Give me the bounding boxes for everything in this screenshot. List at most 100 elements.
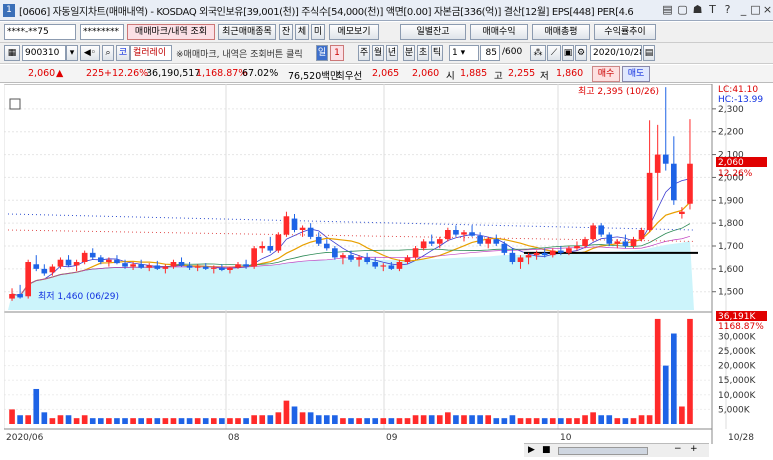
settings-icon[interactable]: ⚙	[575, 45, 587, 61]
recent-trades-button[interactable]: 최근매매종목	[218, 24, 276, 40]
volume-bar	[687, 318, 693, 424]
volume-bar	[461, 415, 467, 424]
calendar-icon[interactable]: ▤	[643, 45, 655, 61]
volume-bar	[404, 418, 411, 424]
scroll-thumb[interactable]	[558, 447, 648, 455]
candle-body	[243, 264, 249, 267]
unexecuted-button[interactable]: 미	[311, 24, 325, 40]
balance-button[interactable]: 잔	[279, 24, 293, 40]
period-week-button[interactable]: 주	[358, 45, 370, 61]
volume-tick-label: 15,000K	[718, 376, 756, 386]
speaker-icon[interactable]: ◀◦	[80, 45, 100, 61]
chart-area[interactable]: 2,300 2,200 2,100 2,000 1,900 1,800 1,700 1,600…	[3, 83, 773, 457]
candle-body	[202, 266, 209, 269]
line-tool-icon[interactable]: ⟋	[547, 45, 561, 61]
candle-body	[332, 248, 338, 258]
password-field[interactable]: ********	[80, 24, 124, 40]
date-input[interactable]: 2020/10/28	[590, 45, 642, 61]
toolbar-stock: ▦ 900310 ▾ ◀◦ ⌕ 코 컬러레이 ※매매마크, 내역은 조회버튼 클…	[0, 43, 773, 64]
grid-icon[interactable]: ▦	[4, 45, 20, 61]
price-chart[interactable]: 2,3002,2002,1002,0001,9001,8001,7001,600…	[3, 83, 773, 457]
stock-dropdown-icon[interactable]: ▾	[66, 45, 78, 61]
trade-review-button[interactable]: 매매총평	[532, 24, 590, 40]
sell-button[interactable]: 매도	[622, 66, 650, 82]
volume-bar	[97, 418, 104, 424]
volume-bar	[340, 418, 346, 424]
volume-bar	[65, 415, 72, 424]
volume-bar	[291, 406, 298, 424]
account-select[interactable]: ****-**75	[4, 24, 76, 40]
close-icon[interactable]: ×	[760, 2, 773, 17]
period-minute-button[interactable]: 분	[403, 45, 415, 61]
chart-menu-icon[interactable]	[9, 98, 21, 110]
volume-bar	[388, 418, 395, 424]
volume-bar	[9, 409, 15, 424]
save-icon[interactable]: ▣	[562, 45, 574, 61]
candle-body	[485, 239, 492, 244]
volume-bar	[41, 412, 48, 424]
volume-bar	[81, 415, 88, 424]
font-icon[interactable]: T	[705, 2, 720, 17]
volume-bar	[420, 415, 427, 424]
volume-tick-label: 10,000K	[718, 391, 756, 401]
data-count-input[interactable]: 85	[480, 45, 500, 61]
price-tick-label: 1,800	[718, 219, 744, 229]
executed-button[interactable]: 체	[295, 24, 309, 40]
period-month-button[interactable]: 월	[372, 45, 384, 61]
tick-count-select[interactable]: 1 ▾	[449, 45, 479, 61]
data-count-total: /600	[502, 47, 523, 57]
candle-body	[154, 265, 161, 269]
candle-body	[89, 252, 96, 258]
return-trend-button[interactable]: 수익률추이	[594, 24, 656, 40]
buy-button[interactable]: 매수	[592, 66, 620, 82]
volume-bar	[154, 418, 161, 424]
candle-body	[541, 252, 548, 256]
layout-icon[interactable]: ▤	[660, 2, 675, 17]
price-tick-label: 1,500	[718, 288, 744, 298]
candle-body	[493, 239, 500, 244]
trade-profit-button[interactable]: 매매수익	[470, 24, 528, 40]
zoom-out-button[interactable]: −	[674, 444, 682, 454]
period-year-button[interactable]: 년	[386, 45, 398, 61]
pin-icon[interactable]: ☗	[690, 2, 705, 17]
indicator-icon[interactable]: ⁂	[530, 45, 546, 61]
candle-body	[275, 234, 282, 251]
quote-bar: 2,060 ▲ 225 +12.26% 36,190,517 1,168.87%…	[0, 65, 773, 83]
volume-bar	[541, 418, 548, 424]
candle-body	[81, 252, 88, 262]
search-icon[interactable]: ⌕	[102, 45, 114, 61]
candle-body	[227, 267, 233, 270]
period-interval[interactable]: 1	[330, 45, 344, 61]
last-volume-percent: 1168.87%	[718, 322, 764, 332]
volume-bar	[146, 418, 153, 424]
volume-bar	[469, 415, 475, 424]
memo-button[interactable]: 메모보기	[329, 24, 379, 40]
volume-bar	[574, 418, 580, 424]
zoom-in-button[interactable]: +	[690, 444, 698, 454]
candle-body	[582, 239, 588, 246]
trade-mark-query-button[interactable]: 매매마크/내역 조회	[127, 24, 215, 40]
stop-button[interactable]: ■	[542, 445, 551, 455]
period-tick-button[interactable]: 틱	[431, 45, 443, 61]
play-button[interactable]: ▶	[528, 445, 535, 455]
help-icon[interactable]: ?	[720, 2, 735, 17]
candle-body	[461, 232, 467, 235]
candle-body	[558, 250, 564, 253]
period-second-button[interactable]: 초	[417, 45, 429, 61]
candle-body	[194, 266, 201, 268]
chart-scrollbar[interactable]: ▶ ■ − +	[524, 443, 709, 457]
daily-balance-button[interactable]: 일별잔고	[400, 24, 466, 40]
candle-body	[420, 241, 427, 249]
restore-icon[interactable]: ▢	[675, 2, 690, 17]
current-price: 2,060	[28, 68, 56, 79]
candle-body	[162, 266, 169, 269]
stock-code-input[interactable]: 900310	[22, 45, 66, 61]
volume-bar	[590, 412, 596, 424]
candle-body	[65, 259, 72, 266]
volume-tick-label: 25,000K	[718, 347, 756, 357]
price-tick-label: 2,300	[718, 105, 744, 115]
volume-bar	[582, 415, 588, 424]
period-day-button[interactable]: 일	[316, 45, 328, 61]
candle-body	[412, 248, 419, 258]
x-axis-label: 09	[386, 433, 398, 443]
